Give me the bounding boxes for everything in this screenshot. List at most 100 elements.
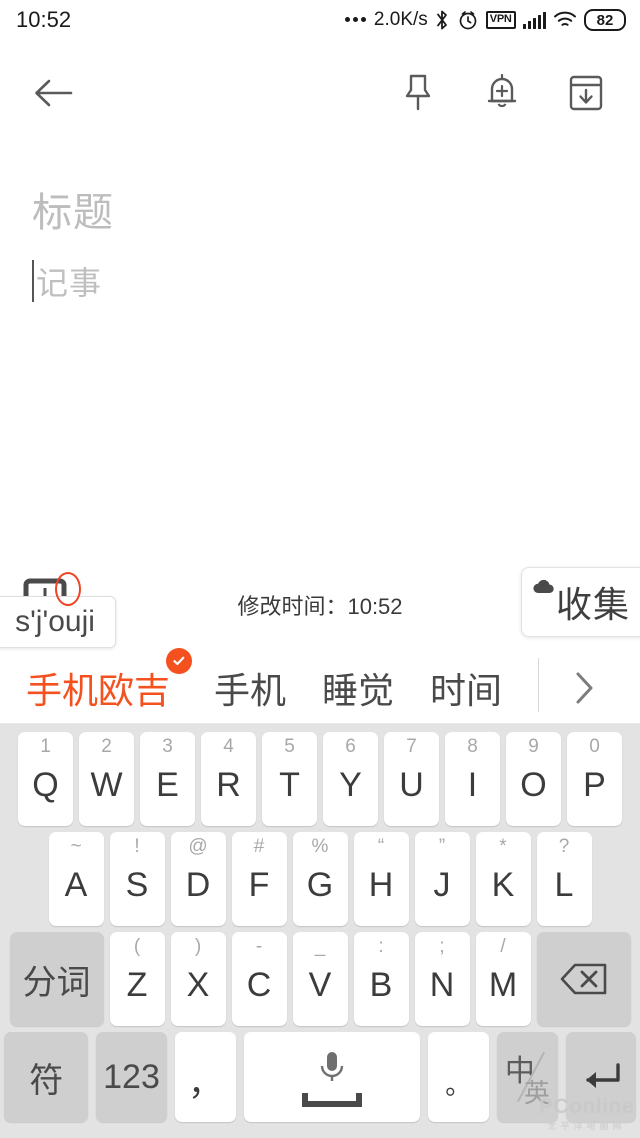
key-sup: 6 <box>345 736 356 757</box>
candidate-item-2[interactable]: 睡觉 <box>322 662 394 714</box>
key-main: I <box>467 765 478 804</box>
space-bar-icon <box>301 1093 362 1107</box>
key-sup: ? <box>558 836 570 857</box>
key-z[interactable]: (Z <box>109 932 165 1026</box>
key-k[interactable]: * K <box>475 832 531 926</box>
collect-button[interactable]: 收集 <box>521 567 640 637</box>
key-d[interactable]: @ D <box>170 832 226 926</box>
back-button[interactable] <box>30 70 76 116</box>
key-m[interactable]: / M <box>475 932 531 1026</box>
pinyin-composition-text: s'j'ouji <box>15 605 95 638</box>
key-sup: ) <box>194 936 202 957</box>
key-sup: “ <box>377 836 385 857</box>
key-b[interactable]: :B <box>353 932 409 1026</box>
key-i[interactable]: 8I <box>445 732 500 826</box>
chevron-right-icon <box>576 672 593 704</box>
key-r[interactable]: 4R <box>201 732 256 826</box>
key-space[interactable] <box>243 1032 420 1122</box>
key-v[interactable]: _ V <box>292 932 348 1026</box>
note-title-input[interactable]: 标题 <box>32 180 114 238</box>
key-main: O <box>520 765 547 804</box>
key-main: X <box>186 965 210 1004</box>
archive-button[interactable] <box>558 65 614 121</box>
candidate-divider <box>538 658 539 712</box>
status-clock: 10:52 <box>16 7 72 32</box>
key-y[interactable]: 6Y <box>323 732 378 826</box>
key-main: N <box>429 965 455 1004</box>
key-sup: # <box>253 836 265 857</box>
cloud-icon <box>532 578 556 601</box>
key-w[interactable]: 2W <box>79 732 134 826</box>
key-f[interactable]: # F <box>231 832 287 926</box>
archive-download-icon <box>569 75 603 111</box>
reminder-button[interactable] <box>474 65 530 121</box>
candidate-item-0[interactable]: 手机欧吉 <box>26 647 193 714</box>
key-sup: 2 <box>101 736 112 757</box>
key-sup: ; <box>439 936 445 957</box>
key-backspace[interactable] <box>536 932 631 1026</box>
key-p[interactable]: 0P <box>567 732 622 826</box>
key-sup: 5 <box>284 736 295 757</box>
key-q[interactable]: 1Q <box>18 732 73 826</box>
key-o[interactable]: 9O <box>506 732 561 826</box>
key-sup: ” <box>438 836 446 857</box>
key-s[interactable]: ! S <box>109 832 165 926</box>
watermark: PConline 太平洋电脑网 <box>539 1095 634 1132</box>
pin-icon <box>405 74 431 111</box>
key-sup: 1 <box>40 736 51 757</box>
key-l[interactable]: ? L <box>536 832 592 926</box>
note-body-input[interactable]: 记事 <box>32 258 102 304</box>
key-j[interactable]: ” J <box>414 832 470 926</box>
key-sup: ( <box>133 936 141 957</box>
pin-button[interactable] <box>390 65 446 121</box>
key-n[interactable]: ; N <box>414 932 470 1026</box>
key-main: P <box>583 765 606 804</box>
keyboard-row-1: 1Q 2W 3E 4R 5T 6Y 7U 8I 9O 0P <box>0 732 640 826</box>
key-main: L <box>554 865 574 904</box>
vpn-icon: VPN <box>485 11 516 29</box>
battery-indicator: 82 <box>584 9 626 31</box>
key-main: H <box>368 865 394 904</box>
key-word-segment[interactable]: 分词 <box>9 932 104 1026</box>
enter-icon <box>586 1063 620 1088</box>
key-e[interactable]: 3E <box>140 732 195 826</box>
key-g[interactable]: % G <box>292 832 348 926</box>
status-bar: 10:52 2.0K/s VPN 82 <box>0 0 640 40</box>
wifi-icon <box>553 11 577 29</box>
key-main: E <box>156 765 179 804</box>
check-badge-icon <box>166 647 193 674</box>
key-sup: _ <box>314 936 326 957</box>
collect-label: 收集 <box>556 584 631 625</box>
key-u[interactable]: 7U <box>384 732 439 826</box>
candidate-expand-button[interactable] <box>552 652 618 724</box>
alarm-clock-icon <box>457 9 479 31</box>
key-sup: 4 <box>223 736 234 757</box>
watermark-sub: 太平洋电脑网 <box>547 1121 626 1131</box>
key-comma[interactable]: ， <box>174 1032 236 1122</box>
key-x[interactable]: ) X <box>170 932 226 1026</box>
candidate-item-3[interactable]: 时间 <box>430 662 502 714</box>
note-body-placeholder: 记事 <box>36 265 103 301</box>
key-period[interactable]: 。 <box>427 1032 489 1122</box>
phone-screen: 10:52 2.0K/s VPN 82 标题 记事 修改时间：10:52 收集 … <box>0 0 640 1138</box>
key-c[interactable]: -C <box>231 932 287 1026</box>
keyboard-row-3: 分词 (Z ) X -C _ V :B ; N / M <box>0 932 640 1026</box>
key-t[interactable]: 5T <box>262 732 317 826</box>
key-h[interactable]: “H <box>353 832 409 926</box>
note-editor: 标题 记事 <box>0 140 640 570</box>
key-main: F <box>248 865 270 904</box>
key-symbols[interactable]: 符 <box>4 1032 89 1122</box>
key-numeric[interactable]: 123 <box>96 1032 167 1122</box>
key-main: U <box>399 765 424 804</box>
pinyin-composition-popup[interactable]: s'j'ouji <box>0 596 116 648</box>
key-sup: : <box>378 936 384 957</box>
key-main: T <box>279 765 300 804</box>
key-sup: / <box>500 936 506 957</box>
key-sup: - <box>255 936 263 957</box>
candidate-item-1[interactable]: 手机 <box>214 662 286 714</box>
key-main: M <box>488 965 518 1004</box>
key-main: B <box>369 965 393 1004</box>
text-caret <box>32 260 34 302</box>
key-a[interactable]: ~ A <box>48 832 104 926</box>
watermark-text: PConline <box>538 1095 634 1118</box>
